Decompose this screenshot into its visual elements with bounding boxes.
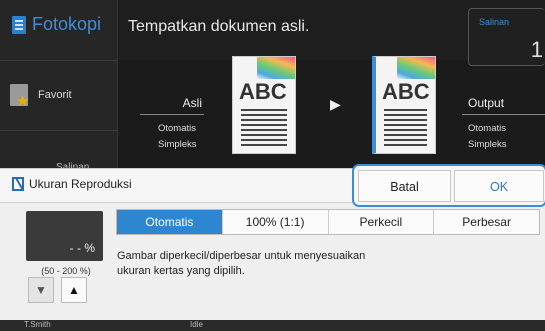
triangle-down-icon: ▼ xyxy=(35,283,47,297)
machine-status: Idle xyxy=(190,320,203,329)
copies-counter[interactable]: Salinan 1 xyxy=(468,8,545,66)
dialog-title: Ukuran Reproduksi xyxy=(12,177,132,191)
text-lines-graphic xyxy=(241,109,287,149)
divider xyxy=(0,130,118,131)
output-page-text: ABC xyxy=(382,79,430,104)
increase-button[interactable]: ▲ xyxy=(61,277,87,303)
cancel-button[interactable]: Batal xyxy=(358,170,451,202)
app-title: Fotokopi xyxy=(12,14,101,35)
size-mode-tabs: Otomatis 100% (1:1) Perkecil Perbesar xyxy=(116,209,540,235)
color-rainbow-icon xyxy=(257,57,295,79)
divider xyxy=(0,60,118,61)
status-bar: T.Smith Idle xyxy=(0,320,545,331)
app-title-text: Fotokopi xyxy=(32,14,102,34)
original-label: Asli xyxy=(182,96,202,110)
output-page-preview: ABC xyxy=(372,56,436,154)
arrow-right-icon: ▶ xyxy=(330,96,341,112)
divider xyxy=(462,114,545,115)
favorite-star-icon xyxy=(10,84,29,110)
reproduction-size-icon xyxy=(12,177,24,191)
triangle-up-icon: ▲ xyxy=(68,283,80,297)
color-rainbow-icon xyxy=(397,57,435,79)
percent-range: (50 - 200 %) xyxy=(41,266,91,276)
original-page-preview: ABC xyxy=(232,56,296,154)
tab-100-percent[interactable]: 100% (1:1) xyxy=(222,210,329,234)
original-mode: Otomatis xyxy=(158,123,197,134)
reproduction-size-dialog: Ukuran Reproduksi Batal OK - - % (50 - 2… xyxy=(0,164,545,320)
user-name: T.Smith xyxy=(24,320,51,329)
tab-auto[interactable]: Otomatis xyxy=(117,210,223,234)
percent-value: - - % xyxy=(69,241,95,255)
dialog-header: Ukuran Reproduksi Batal OK xyxy=(0,164,545,207)
decrease-button[interactable]: ▼ xyxy=(28,277,54,303)
text-lines-graphic xyxy=(384,109,427,149)
mode-description: Gambar diperkecil/diperbesar untuk menye… xyxy=(117,250,366,277)
output-mode: Otomatis xyxy=(468,123,507,134)
output-label: Output xyxy=(468,96,505,110)
original-page-text: ABC xyxy=(239,79,287,104)
divider xyxy=(140,114,204,115)
dialog-action-group: Batal OK xyxy=(352,164,545,207)
copies-label: Salinan xyxy=(479,17,510,27)
tab-reduce[interactable]: Perkecil xyxy=(328,210,435,234)
percent-display: - - % xyxy=(26,211,103,261)
original-sides: Simpleks xyxy=(158,139,197,150)
dialog-title-text: Ukuran Reproduksi xyxy=(29,177,132,191)
ok-button[interactable]: OK xyxy=(454,170,544,202)
output-sides: Simpleks xyxy=(468,139,507,150)
favorite-button[interactable]: Favorit xyxy=(10,80,114,110)
copy-icon xyxy=(12,15,26,34)
screen: { "app": {"title": "Fotokopi", "instruct… xyxy=(0,0,545,331)
copies-value: 1 xyxy=(530,37,543,62)
tab-enlarge[interactable]: Perbesar xyxy=(434,210,539,234)
favorite-label: Favorit xyxy=(38,89,72,101)
instruction-text: Tempatkan dokumen asli. xyxy=(128,18,310,35)
